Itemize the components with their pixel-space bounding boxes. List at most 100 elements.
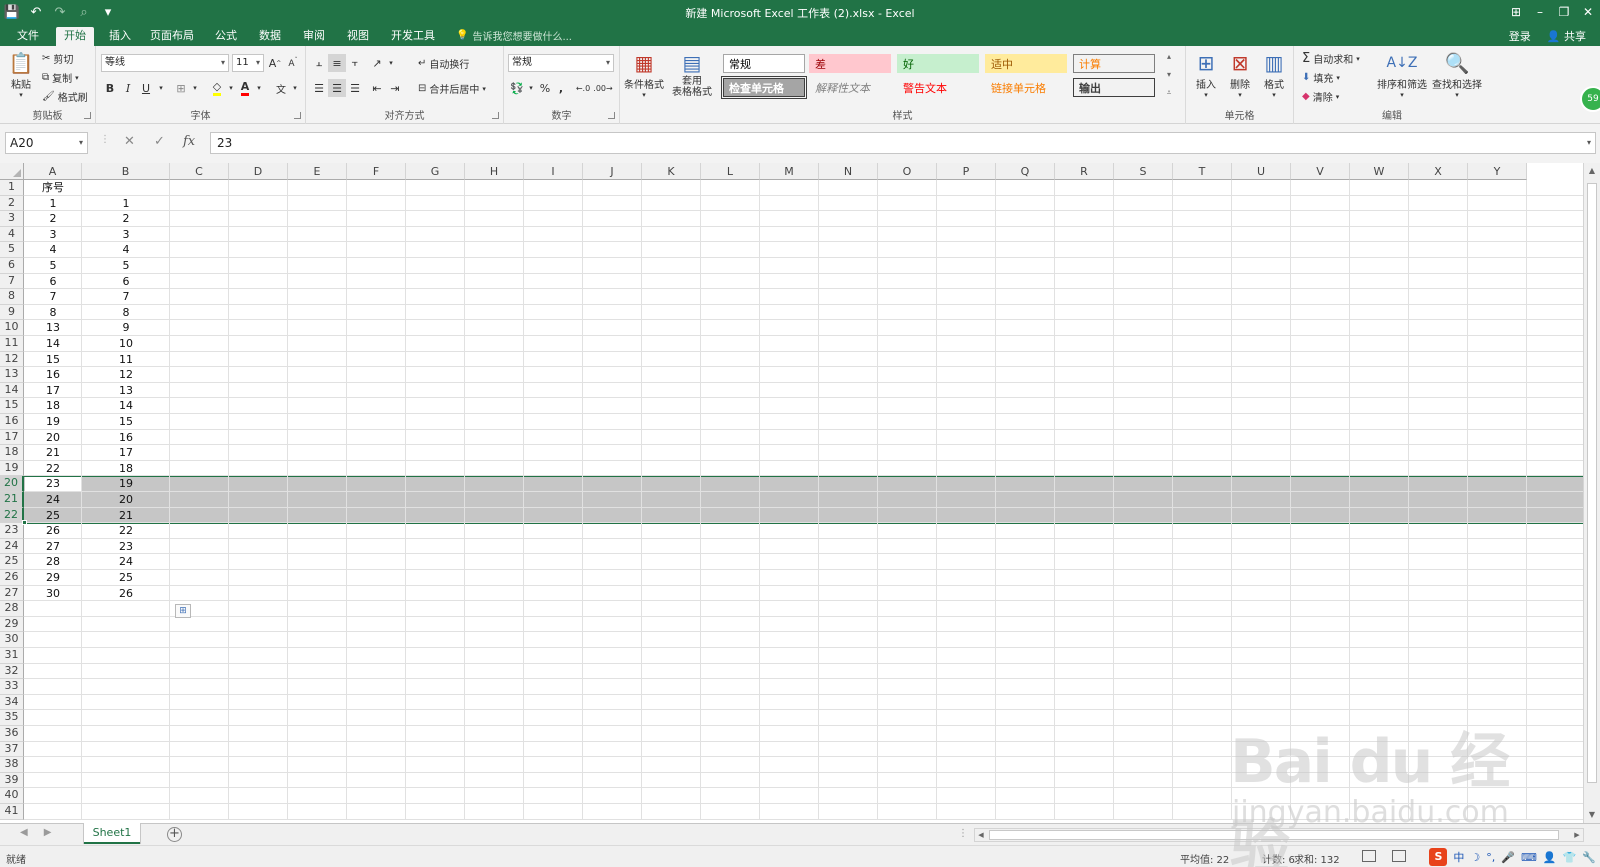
row-header-16[interactable]: 16: [0, 414, 24, 430]
add-sheet-icon[interactable]: +: [167, 827, 182, 842]
align-center-icon[interactable]: ☰: [328, 79, 346, 97]
chevron-down-icon[interactable]: ▾: [1167, 70, 1171, 79]
style-good[interactable]: 好: [897, 54, 979, 73]
cell-a9[interactable]: 8: [24, 305, 82, 321]
chevron-down-icon[interactable]: ▾: [286, 79, 304, 97]
column-header-w[interactable]: W: [1350, 163, 1409, 180]
cell-b16[interactable]: 15: [82, 414, 170, 430]
column-header-f[interactable]: F: [347, 163, 406, 180]
style-warning-text[interactable]: 警告文本: [897, 78, 979, 97]
row-header-21[interactable]: 21: [0, 492, 24, 508]
cell-a15[interactable]: 18: [24, 398, 82, 414]
row-header-6[interactable]: 6: [0, 258, 24, 274]
cell-b15[interactable]: 14: [82, 398, 170, 414]
dialog-launcher-icon[interactable]: [294, 112, 301, 119]
fill-handle[interactable]: [22, 520, 27, 526]
chevron-left-icon[interactable]: ◀: [20, 827, 28, 838]
styles-gallery-scroll[interactable]: ▴ ▾ ⩡: [1163, 52, 1175, 98]
cell-b13[interactable]: 12: [82, 367, 170, 383]
style-output[interactable]: 输出: [1073, 78, 1155, 97]
cell-a10[interactable]: 13: [24, 320, 82, 336]
format-as-table-button[interactable]: ▤ 套用 表格格式: [668, 50, 716, 98]
align-middle-icon[interactable]: ≡: [328, 54, 346, 72]
fill-button[interactable]: ⬇ 填充 ▾: [1302, 70, 1340, 85]
undo-icon[interactable]: ↶: [28, 4, 44, 20]
font-name-combo[interactable]: 等线 ▾: [101, 54, 229, 72]
cell-b6[interactable]: 5: [82, 258, 170, 274]
row-header-3[interactable]: 3: [0, 211, 24, 227]
chevron-up-icon[interactable]: ▲: [1584, 163, 1600, 179]
row-header-5[interactable]: 5: [0, 242, 24, 258]
format-painter-button[interactable]: 🖌 格式刷: [42, 89, 88, 104]
tab-developer[interactable]: 开发工具: [388, 27, 438, 46]
cell-b25[interactable]: 24: [82, 554, 170, 570]
cell-a24[interactable]: 27: [24, 539, 82, 555]
row-header-28[interactable]: 28: [0, 601, 24, 617]
cut-button[interactable]: ✂ 剪切: [42, 51, 73, 66]
style-explanatory-text[interactable]: 解释性文本: [809, 78, 891, 97]
sogou-icon[interactable]: S: [1429, 848, 1448, 866]
column-header-n[interactable]: N: [819, 163, 878, 180]
chevron-up-icon[interactable]: ▴: [1167, 52, 1171, 61]
cell-b8[interactable]: 7: [82, 289, 170, 305]
cell-a4[interactable]: 3: [24, 227, 82, 243]
row-header-4[interactable]: 4: [0, 226, 24, 243]
row-header-37[interactable]: 37: [0, 741, 24, 758]
cell-b14[interactable]: 13: [82, 383, 170, 399]
cell-b7[interactable]: 6: [82, 274, 170, 290]
column-header-m[interactable]: M: [760, 163, 819, 180]
decrease-indent-icon[interactable]: ⇤: [368, 79, 386, 97]
keyboard-icon[interactable]: ⌨: [1521, 851, 1537, 864]
row-header-17[interactable]: 17: [0, 429, 24, 446]
cell-b12[interactable]: 11: [82, 352, 170, 368]
cell-b19[interactable]: 18: [82, 461, 170, 477]
formula-bar-splitter-icon[interactable]: ⋮: [100, 134, 110, 145]
column-header-y[interactable]: Y: [1468, 163, 1527, 180]
cell-b9[interactable]: 8: [82, 305, 170, 321]
cell-a23[interactable]: 26: [24, 523, 82, 539]
row-header-40[interactable]: 40: [0, 788, 24, 804]
row-header-9[interactable]: 9: [0, 304, 24, 321]
cell-a20[interactable]: 23: [24, 476, 82, 492]
column-header-p[interactable]: P: [937, 163, 996, 180]
cell-a26[interactable]: 29: [24, 570, 82, 586]
column-header-l[interactable]: L: [701, 163, 760, 180]
cell-a13[interactable]: 16: [24, 367, 82, 383]
copy-button[interactable]: ⧉ 复制 ▾: [42, 70, 79, 85]
save-icon[interactable]: 💾: [4, 4, 20, 20]
cell-a18[interactable]: 21: [24, 445, 82, 461]
cell-b26[interactable]: 25: [82, 570, 170, 586]
row-header-22[interactable]: 22: [0, 507, 24, 524]
cell-a19[interactable]: 22: [24, 461, 82, 477]
column-header-j[interactable]: J: [583, 163, 642, 180]
row-header-23[interactable]: 23: [0, 523, 24, 539]
row-header-25[interactable]: 25: [0, 554, 24, 570]
chevron-down-icon[interactable]: ▾: [186, 79, 204, 97]
horizontal-scrollbar[interactable]: ◀ ▶: [974, 828, 1584, 842]
row-header-2[interactable]: 2: [0, 195, 24, 212]
row-header-32[interactable]: 32: [0, 663, 24, 680]
column-header-q[interactable]: Q: [996, 163, 1055, 180]
chevron-left-icon[interactable]: ◀: [975, 829, 987, 841]
cell-b23[interactable]: 22: [82, 523, 170, 539]
shirt-icon[interactable]: 👕: [1563, 851, 1577, 864]
column-header-s[interactable]: S: [1114, 163, 1173, 180]
merge-center-button[interactable]: ⊟ 合并后居中 ▾: [418, 81, 486, 96]
scroll-thumb[interactable]: [1587, 183, 1597, 783]
row-header-30[interactable]: 30: [0, 632, 24, 648]
cell-a6[interactable]: 5: [24, 258, 82, 274]
bold-button[interactable]: B: [101, 79, 119, 97]
row-header-35[interactable]: 35: [0, 710, 24, 726]
row-header-20[interactable]: 20: [0, 476, 24, 492]
cell-b11[interactable]: 10: [82, 336, 170, 352]
cell-b20[interactable]: 19: [82, 476, 170, 492]
row-header-24[interactable]: 24: [0, 538, 24, 555]
grow-font-icon[interactable]: A ^: [266, 54, 284, 72]
cell-a5[interactable]: 4: [24, 242, 82, 258]
column-header-u[interactable]: U: [1232, 163, 1291, 180]
tab-data[interactable]: 数据: [254, 27, 286, 46]
tab-page-layout[interactable]: 页面布局: [148, 27, 196, 46]
tab-insert[interactable]: 插入: [104, 27, 136, 46]
column-header-h[interactable]: H: [465, 163, 524, 180]
column-header-g[interactable]: G: [406, 163, 465, 180]
